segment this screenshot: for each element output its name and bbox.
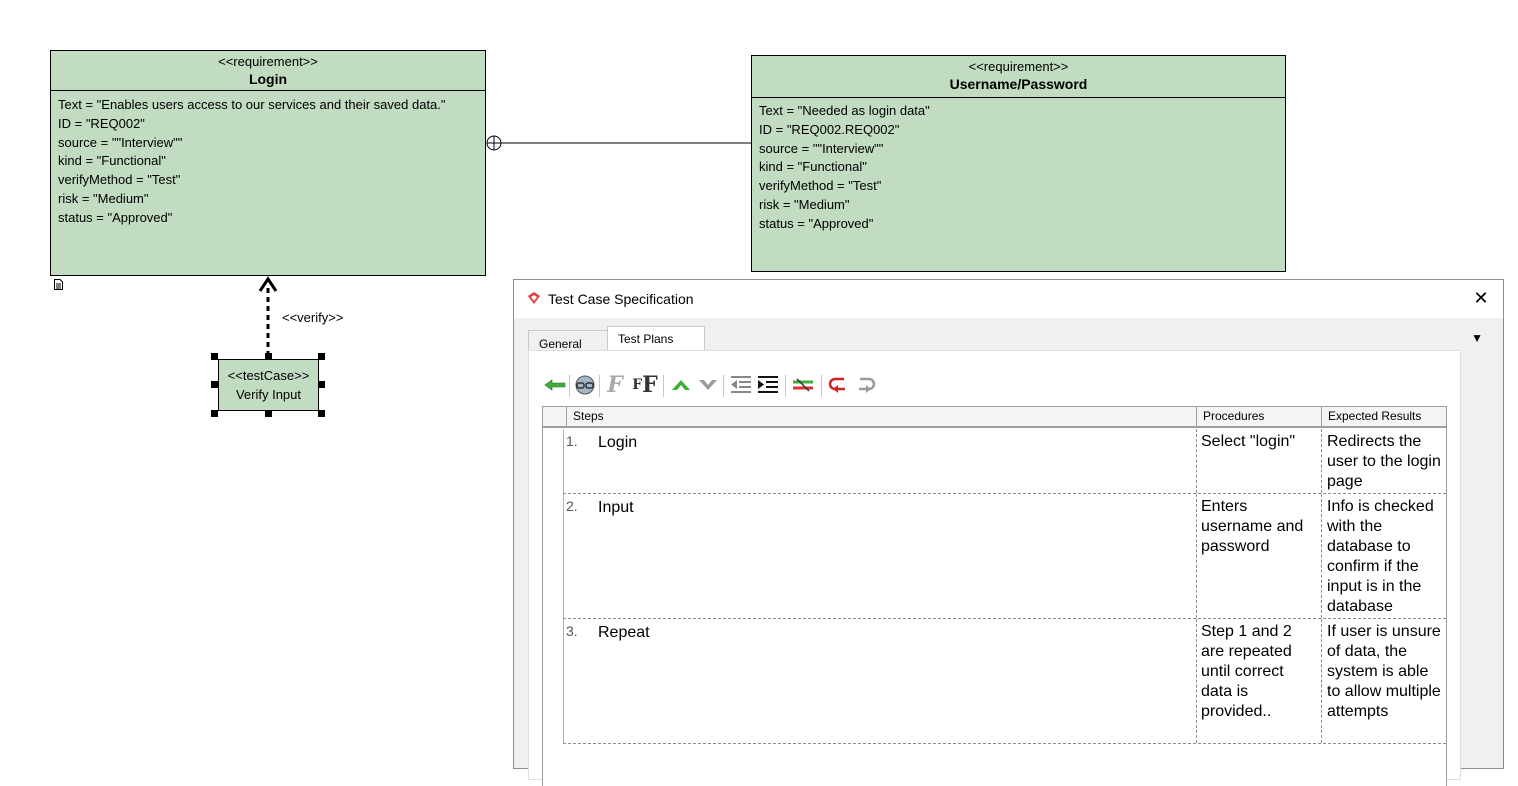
resize-handle[interactable] (318, 353, 325, 360)
expected-result-cell[interactable]: If user is unsure of data, the system is… (1321, 619, 1447, 743)
row-number: 2. (566, 498, 578, 514)
attribute-kind: kind = "Functional" (759, 159, 867, 175)
requirement-attributes: Text = "Enables users access to our serv… (51, 91, 485, 233)
undo-icon[interactable] (827, 373, 851, 397)
attribute-risk: risk = "Medium" (759, 196, 850, 212)
app-icon (528, 292, 540, 304)
step-cell[interactable]: Login (598, 433, 637, 453)
test-case-specification-dialog: Test Case Specification ✕ General Test P… (513, 279, 1504, 786)
resize-handle[interactable] (211, 410, 218, 417)
requirement-name: Login (248, 71, 288, 87)
bold-format-icon[interactable]: FF (632, 372, 658, 398)
dialog-title: Test Case Specification (548, 291, 694, 307)
attribute-id: ID = "REQ002.REQ002" (759, 121, 900, 137)
move-up-icon[interactable] (669, 373, 693, 397)
stereotype-label: <<requirement>> (968, 59, 1069, 74)
move-down-icon[interactable] (696, 373, 720, 397)
attribute-status: status = "Approved" (58, 209, 173, 225)
expected-result-cell[interactable]: Info is checked with the database to con… (1321, 494, 1447, 618)
requirement-username-password[interactable]: <<requirement>> Username/Password Text =… (751, 55, 1286, 272)
row-number: 3. (566, 623, 578, 639)
requirement-header: <<requirement>> Username/Password (752, 56, 1285, 98)
row-number: 1. (566, 433, 578, 449)
resize-handle[interactable] (211, 381, 218, 388)
attribute-text: Text = "Enables users access to our serv… (58, 97, 446, 112)
stereotype-label: <<testCase>> (227, 368, 310, 383)
attribute-status: status = "Approved" (759, 215, 874, 231)
resize-handle[interactable] (318, 410, 325, 417)
tab-general[interactable]: General (528, 330, 608, 351)
table-row[interactable]: 3. Repeat Step 1 and 2 are repeated unti… (563, 619, 1446, 744)
expected-result-cell[interactable]: Redirects the user to the login page (1321, 429, 1447, 493)
requirement-attributes: Text = "Needed as login data" ID = "REQ0… (752, 98, 1285, 239)
resize-handle[interactable] (211, 353, 218, 360)
resize-handle[interactable] (318, 381, 325, 388)
step-cell[interactable]: Input (598, 498, 634, 518)
close-icon[interactable]: ✕ (1471, 288, 1491, 308)
table-row[interactable]: 2. Input Enters username and password In… (563, 494, 1446, 619)
procedure-cell[interactable]: Step 1 and 2 are repeated until correct … (1196, 619, 1321, 743)
link-icon[interactable] (573, 373, 597, 397)
procedure-cell[interactable]: Select "login" (1196, 429, 1321, 493)
tab-test-plans[interactable]: Test Plans (607, 326, 705, 352)
resize-handle[interactable] (265, 410, 272, 417)
column-header-steps[interactable]: Steps (566, 407, 1196, 426)
procedure-cell[interactable]: Enters username and password (1196, 494, 1321, 618)
test-case-name: Verify Input (235, 387, 302, 402)
requirement-login[interactable]: <<requirement>> Login Text = "Enables us… (50, 50, 486, 276)
verify-stereotype-label: <<verify>> (282, 310, 344, 325)
back-arrow-icon[interactable] (543, 373, 567, 397)
tab-dropdown-icon[interactable]: ▼ (1471, 331, 1483, 345)
resize-handle[interactable] (265, 353, 272, 360)
attribute-source: source = ""Interview"" (759, 140, 884, 156)
attribute-verify-method: verifyMethod = "Test" (58, 172, 181, 188)
test-case-verify-input[interactable]: <<testCase>> Verify Input (218, 359, 319, 411)
attribute-source: source = ""Interview"" (58, 134, 183, 150)
outdent-icon[interactable] (729, 373, 753, 397)
remove-icon[interactable] (791, 373, 815, 397)
test-steps-table: Steps Procedures Expected Results 1. Log… (542, 406, 1447, 786)
redo-icon[interactable] (853, 373, 877, 397)
attribute-risk: risk = "Medium" (58, 190, 149, 206)
attribute-text: Text = "Needed as login data" (759, 103, 930, 118)
dialog-titlebar[interactable]: Test Case Specification ✕ (514, 280, 1503, 318)
indent-icon[interactable] (756, 373, 780, 397)
stereotype-label: <<requirement>> (218, 54, 318, 69)
column-header-expected-results[interactable]: Expected Results (1321, 407, 1446, 426)
italic-format-icon[interactable]: F (603, 372, 627, 398)
requirement-name: Username/Password (949, 76, 1088, 92)
requirement-header: <<requirement>> Login (51, 51, 485, 91)
attribute-id: ID = "REQ002" (58, 115, 145, 131)
test-plans-panel: F FF Steps Procedures Expected Results 1… (528, 350, 1461, 786)
step-cell[interactable]: Repeat (598, 623, 650, 643)
table-header: Steps Procedures Expected Results (543, 407, 1446, 428)
column-header-procedures[interactable]: Procedures (1196, 407, 1321, 426)
table-row[interactable]: 1. Login Select "login" Redirects the us… (563, 429, 1446, 494)
attribute-verify-method: verifyMethod = "Test" (759, 178, 882, 194)
attribute-kind: kind = "Functional" (58, 153, 166, 169)
document-icon[interactable] (54, 279, 63, 290)
